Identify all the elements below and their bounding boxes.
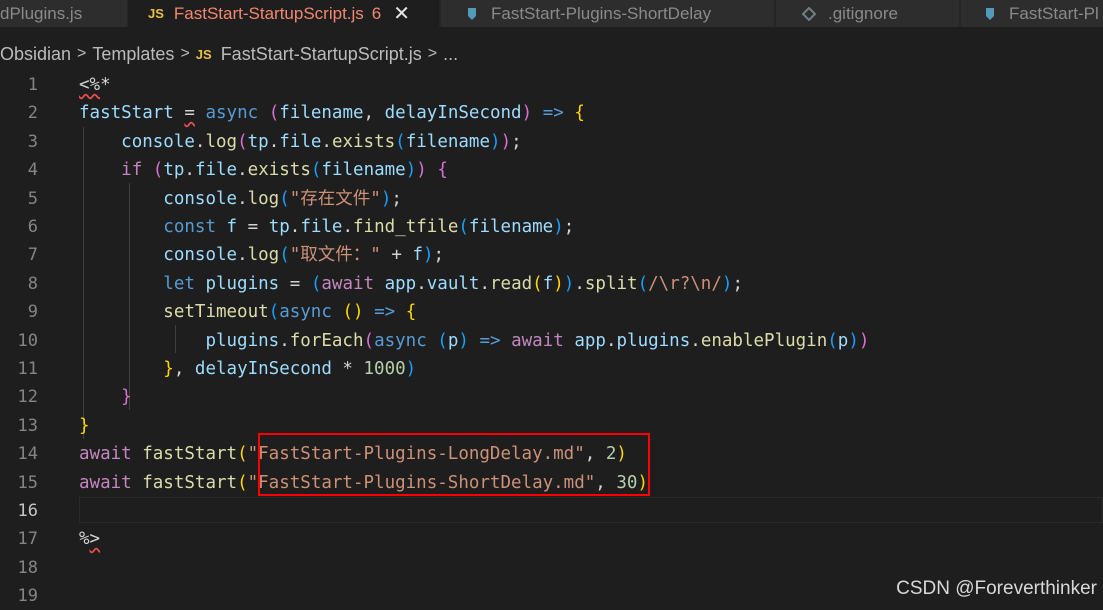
close-icon[interactable]: ✕: [393, 4, 410, 24]
code-text: }, delayInSecond * 1000): [163, 359, 417, 379]
line-number: 8: [27, 273, 38, 294]
js-file-icon: JS: [195, 46, 212, 62]
tab-label: FastStart-Plugins-ShortDelay: [491, 3, 712, 23]
tab-label: .gitignore: [828, 3, 898, 23]
problem-count-badge: 6: [371, 3, 382, 23]
code-line-current: 16: [0, 497, 1103, 525]
current-line-highlight: [79, 497, 1103, 523]
code-line: 6 const f = tp.file.find_tfile(filename)…: [0, 213, 1103, 241]
gear-file-icon: [802, 6, 816, 21]
tab-faststart-plugins-shortdelay[interactable]: FastStart-Plugins-ShortDelay: [441, 0, 775, 27]
breadcrumb: Obsidian > Templates > JS FastStart-Star…: [0, 40, 458, 68]
tab-label: FastStart-Pl: [1009, 3, 1099, 23]
markdown-file-icon: [986, 7, 994, 20]
code-text: }: [79, 415, 90, 436]
code-text: setTimeout(async () => {: [163, 302, 417, 323]
code-text: let plugins = (await app.vault.read(f)).…: [163, 273, 743, 294]
editor-tab-bar: dPlugins.js JS FastStart-StartupScript.j…: [0, 0, 1103, 27]
breadcrumb-separator: >: [180, 45, 190, 62]
breadcrumb-item-templates[interactable]: Templates: [92, 44, 174, 65]
code-line: 4 if (tp.file.exists(filename)) {: [0, 156, 1103, 184]
line-number: 6: [27, 217, 38, 237]
code-line: 8 let plugins = (await app.vault.read(f)…: [0, 270, 1103, 298]
code-line: 9 setTimeout(async () => {: [0, 298, 1103, 326]
code-text: plugins.forEach(async (p) => await app.p…: [205, 330, 870, 351]
breadcrumb-item-obsidian[interactable]: Obsidian: [0, 44, 71, 65]
code-text: }: [121, 387, 132, 408]
line-number: 12: [17, 387, 38, 408]
line-number: 16: [17, 501, 38, 521]
line-number: 11: [17, 359, 38, 379]
code-text: <%*: [79, 75, 111, 95]
line-number: 10: [17, 330, 38, 351]
breadcrumb-separator: >: [427, 45, 438, 62]
code-text: fastStart = async (filename, delayInSeco…: [79, 103, 585, 124]
code-line: 2 fastStart = async (filename, delayInSe…: [0, 99, 1103, 127]
line-number: 17: [17, 529, 38, 550]
code-line: 3 console.log(tp.file.exists(filename));: [0, 128, 1103, 156]
tab-faststart-startupscript[interactable]: JS FastStart-StartupScript.js 6 ✕: [128, 0, 440, 27]
tab-gitignore[interactable]: .gitignore: [776, 0, 960, 27]
line-number: 19: [17, 586, 38, 607]
code-line: 1 <%*: [0, 71, 1103, 99]
breadcrumb-item-file[interactable]: FastStart-StartupScript.js: [221, 44, 422, 65]
code-line: 11 }, delayInSecond * 1000): [0, 355, 1103, 383]
line-number: 5: [27, 188, 38, 209]
js-file-icon: JS: [148, 6, 164, 21]
line-number: 7: [27, 245, 38, 266]
markdown-file-icon: [468, 7, 476, 20]
breadcrumb-separator: >: [77, 45, 87, 62]
code-text: console.log("取文件：" + f);: [163, 245, 445, 266]
line-number: 18: [17, 557, 38, 578]
line-number: 4: [27, 160, 38, 181]
code-editor[interactable]: 1 <%* 2 fastStart = async (filename, del…: [0, 71, 1103, 608]
line-number: 15: [17, 472, 38, 493]
code-line: 12 }: [0, 383, 1103, 411]
code-line: 7 console.log("取文件：" + f);: [0, 241, 1103, 269]
code-line: 17 %>: [0, 525, 1103, 553]
breadcrumb-item-symbols[interactable]: ...: [443, 44, 458, 65]
line-number: 14: [17, 444, 38, 465]
line-number: 1: [27, 75, 38, 95]
code-line: 5 console.log("存在文件");: [0, 185, 1103, 213]
tab-dplugins[interactable]: dPlugins.js: [0, 0, 128, 27]
code-text: console.log("存在文件");: [163, 188, 402, 209]
code-line: 10 plugins.forEach(async (p) => await ap…: [0, 327, 1103, 355]
code-text: const f = tp.file.find_tfile(filename);: [163, 217, 575, 237]
watermark: CSDN @Foreverthinker: [896, 578, 1097, 599]
line-number: 3: [27, 131, 38, 152]
code-text: if (tp.file.exists(filename)) {: [121, 160, 448, 181]
annotation-highlight-box: [258, 433, 650, 496]
code-text: %>: [79, 529, 101, 550]
line-number: 9: [27, 302, 38, 323]
code-text: console.log(tp.file.exists(filename));: [121, 131, 522, 152]
tab-faststart-pl[interactable]: FastStart-Pl: [961, 0, 1103, 27]
line-number: 2: [27, 103, 38, 124]
tab-label: FastStart-StartupScript.js: [173, 3, 364, 23]
line-number: 13: [17, 415, 38, 436]
tab-label: dPlugins.js: [0, 3, 83, 23]
